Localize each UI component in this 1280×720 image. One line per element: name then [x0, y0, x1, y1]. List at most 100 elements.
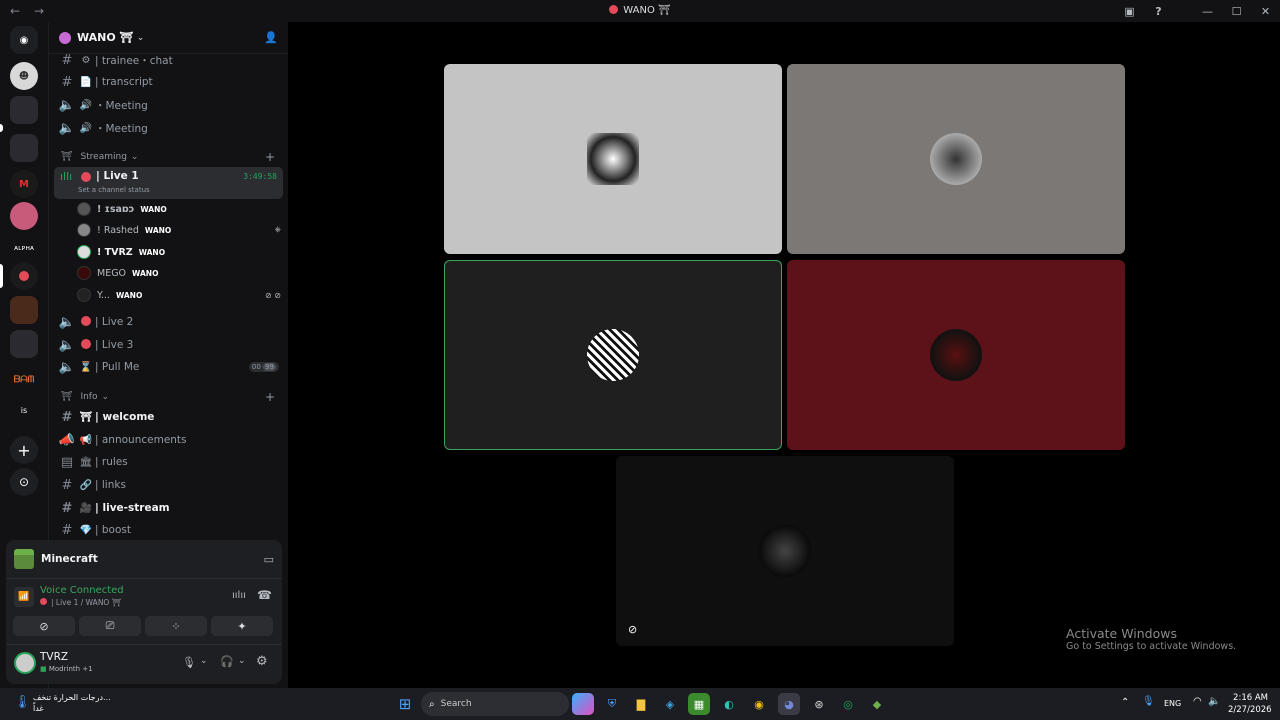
discord-icon[interactable]: ◕ [778, 693, 800, 715]
voice-channel-item[interactable]: 🔈 🔊 ・Meeting [57, 117, 285, 139]
server-icon-wano[interactable] [10, 262, 38, 290]
avatar [930, 133, 982, 185]
weather-widget[interactable]: درجات الحرارة تنخف... غداً [33, 692, 111, 714]
voice-user[interactable]: ! Rashed WANO ⎈ [77, 220, 285, 240]
disconnect-icon[interactable]: ☎ [257, 588, 272, 602]
chevron-down-icon[interactable]: ⌄ [200, 656, 208, 666]
server-icon[interactable]: is [10, 396, 38, 424]
app-notification-icon[interactable]: ⊛ [808, 693, 830, 715]
server-icon[interactable]: ᴀʟᴘʜᴀ [10, 234, 38, 262]
edge-icon[interactable]: ◐ [718, 693, 740, 715]
close-button[interactable]: ✕ [1251, 5, 1280, 18]
channel-item[interactable]: # 🔗 | links [57, 474, 285, 496]
voice-channel-live1[interactable]: ıllı | Live 1 3:49:58 Set a channel stat… [54, 167, 283, 199]
server-folder-icon[interactable] [10, 134, 38, 162]
channel-item[interactable]: # 💎 | boost [57, 519, 285, 541]
voice-channel-item[interactable]: 🔈 | Live 2 [57, 311, 285, 333]
voice-user[interactable]: Y... WANO ⊘ ⊘ [77, 285, 285, 305]
video-tile[interactable]: ⊘ [616, 456, 954, 646]
camera-toggle-button[interactable]: ⊘ [13, 616, 75, 636]
discover-icon[interactable]: ⊙ [10, 468, 38, 496]
add-member-icon[interactable]: 👤 [264, 31, 278, 44]
discord-home-icon[interactable]: ◉ [10, 26, 38, 54]
server-icon[interactable]: ᗷᗩᗰ [10, 366, 38, 394]
help-icon[interactable]: ? [1144, 5, 1173, 18]
microphone-icon[interactable]: 🎙 [182, 656, 196, 669]
activity-row: Minecraft ▭ [14, 548, 274, 570]
microphone-icon[interactable]: 🎙 [1142, 696, 1155, 707]
minecraft-launcher-icon[interactable]: ◆ [866, 693, 888, 715]
gamepad-icon: ■ [40, 665, 47, 673]
volume-icon[interactable]: 🔈 [1208, 696, 1220, 707]
settings-gear-icon[interactable]: ⚙ [256, 654, 268, 669]
voice-location[interactable]: | Live 1 / WANO ⛩ [40, 598, 121, 607]
voice-signal-icon: 📶 [14, 587, 34, 607]
voice-channel-item[interactable]: 🔈 | Live 3 [57, 334, 285, 356]
video-tile[interactable] [787, 260, 1125, 450]
server-icon[interactable]: M [10, 170, 38, 198]
server-icon[interactable] [10, 202, 38, 230]
app-icon[interactable]: ◈ [659, 693, 681, 715]
add-server-icon[interactable]: + [10, 436, 38, 464]
add-channel-icon[interactable]: + [265, 390, 275, 404]
server-folder-icon[interactable] [10, 96, 38, 124]
screen-share-button[interactable]: ⎚ [79, 616, 141, 636]
video-tile[interactable] [787, 64, 1125, 254]
chrome-icon[interactable]: ◉ [748, 693, 770, 715]
category-streaming[interactable]: ⛩ Streaming ⌄ + [57, 150, 285, 164]
chevron-down-icon[interactable]: ⌄ [238, 656, 246, 666]
user-subtext: ■ Modrinth +1 [40, 665, 93, 673]
channel-item[interactable]: 📣 📢 | announcements [57, 429, 285, 451]
screen-share-icon: ⎚ [105, 619, 115, 632]
video-tile[interactable] [444, 64, 782, 254]
minecraft-icon[interactable]: ▦ [688, 693, 710, 715]
hash-icon: # [61, 500, 73, 516]
server-folder-icon[interactable] [10, 330, 38, 358]
channel-item[interactable]: # ⛩ | welcome [57, 406, 285, 428]
file-explorer-icon[interactable]: ▇ [630, 693, 652, 715]
chevron-down-icon: ⌄ [101, 392, 110, 402]
chevron-up-icon[interactable]: ⌃ [1121, 697, 1129, 708]
xbox-icon[interactable]: ◎ [837, 693, 859, 715]
category-info[interactable]: ⛩ Info ⌄ + [57, 390, 285, 404]
user-avatar[interactable] [14, 652, 36, 674]
avatar [77, 266, 91, 280]
search-box[interactable]: ⌕ Search [421, 692, 569, 716]
voice-channel-item[interactable]: 🔈 🔊 ・Meeting [57, 94, 285, 116]
category-icon: ⛩ [61, 152, 73, 162]
speaker-icon: 🔈 [58, 120, 76, 136]
inbox-icon[interactable]: ▣ [1115, 5, 1144, 18]
wifi-icon[interactable]: ◠ [1193, 696, 1202, 707]
server-icon[interactable]: ☻ [10, 62, 38, 90]
voice-user[interactable]: ! ɪsaɒɔ WANO [77, 199, 285, 219]
channel-item[interactable]: # 🎥 | live-stream [57, 497, 285, 519]
minimize-button[interactable]: — [1193, 5, 1222, 18]
channel-item[interactable]: # ⚙ | trainee・chat [57, 49, 285, 71]
thermometer-icon: 🌡 [14, 695, 31, 710]
chevron-down-icon: ⌄ [136, 32, 145, 43]
add-channel-icon[interactable]: + [265, 150, 275, 164]
voice-channel-item[interactable]: 🔈 ⌛ | Pull Me 00 99 [57, 356, 285, 378]
copilot-icon[interactable] [572, 693, 594, 715]
video-tile-speaking[interactable] [444, 260, 782, 450]
playstation-icon: ⎈ [274, 225, 281, 234]
server-icon [609, 5, 619, 14]
soundboard-button[interactable]: ✦ [211, 616, 273, 636]
start-button[interactable]: ⊞ [394, 693, 416, 715]
channel-item[interactable]: # 📄 | transcript [57, 71, 285, 93]
live-dot-icon [77, 338, 95, 352]
screen-share-icon[interactable]: ▭ [264, 553, 274, 566]
user-panel: Minecraft ▭ 📶 Voice Connected | Live 1 /… [6, 540, 282, 684]
maximize-button[interactable]: ☐ [1222, 5, 1251, 18]
voice-user[interactable]: ! TVRZ WANO [77, 242, 285, 262]
clock[interactable]: 2:16 AM 2/27/2026 [1228, 692, 1272, 716]
unread-pill [0, 124, 3, 132]
noise-suppression-icon[interactable]: ıılıı [232, 590, 246, 601]
headphones-icon[interactable]: 🎧 [220, 655, 234, 668]
server-icon[interactable] [10, 296, 38, 324]
channel-item[interactable]: ▤ 🏛 | rules [57, 451, 285, 473]
voice-user[interactable]: MEGO WANO [77, 263, 285, 283]
hash-icon: # [61, 477, 73, 493]
activities-button[interactable]: ⁘ [145, 616, 207, 636]
shield-app-icon[interactable]: ⛨ [601, 693, 623, 715]
